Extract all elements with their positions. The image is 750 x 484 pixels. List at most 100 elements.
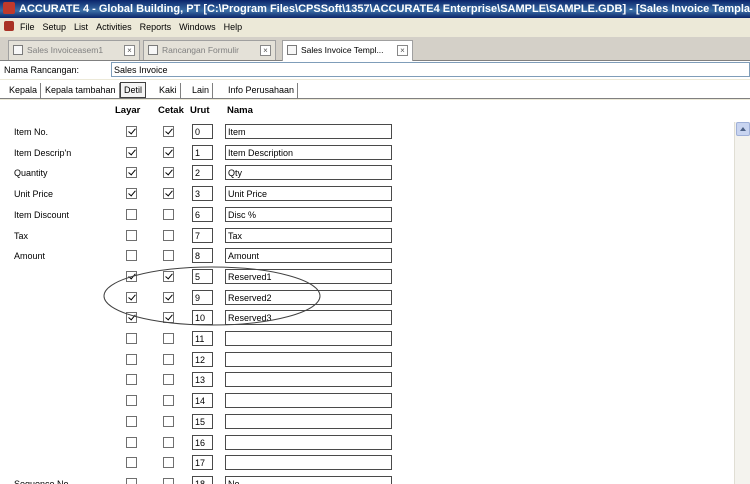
layar-checkbox[interactable] (126, 333, 137, 344)
nama-input[interactable] (225, 145, 392, 160)
layar-checkbox[interactable] (126, 271, 137, 282)
urut-input[interactable] (192, 455, 213, 470)
layar-checkbox[interactable] (126, 250, 137, 261)
layar-checkbox[interactable] (126, 126, 137, 137)
document-menu-icon[interactable] (4, 21, 14, 31)
doc-tab-sales-invoice[interactable]: Sales Invoiceasem1 × (8, 40, 140, 60)
urut-input[interactable] (192, 124, 213, 139)
cetak-checkbox[interactable] (163, 374, 174, 385)
menu-reports[interactable]: Reports (140, 18, 172, 36)
menu-activities[interactable]: Activities (96, 18, 132, 36)
menu-help[interactable]: Help (224, 18, 243, 36)
nama-input[interactable] (225, 186, 392, 201)
template-name-label: Nama Rancangan: (4, 65, 80, 75)
nama-input[interactable] (225, 476, 392, 484)
cetak-checkbox[interactable] (163, 209, 174, 220)
urut-input[interactable] (192, 435, 213, 450)
doc-tab-label: Sales Invoice Templ... (301, 45, 384, 55)
cetak-checkbox[interactable] (163, 395, 174, 406)
nama-input[interactable] (225, 228, 392, 243)
doc-tab-label: Rancangan Formulir (162, 45, 240, 55)
tab-info-perusahaan[interactable]: Info Perusahaan (225, 83, 299, 98)
document-tab-bar: Sales Invoiceasem1 × Rancangan Formulir … (0, 37, 750, 61)
layar-checkbox[interactable] (126, 188, 137, 199)
layar-checkbox[interactable] (126, 395, 137, 406)
layar-checkbox[interactable] (126, 209, 137, 220)
nama-input[interactable] (225, 414, 392, 429)
nama-input[interactable] (225, 352, 392, 367)
cetak-checkbox[interactable] (163, 126, 174, 137)
template-name-input[interactable] (111, 62, 750, 77)
nama-input[interactable] (225, 331, 392, 346)
urut-input[interactable] (192, 393, 213, 408)
urut-input[interactable] (192, 269, 213, 284)
cetak-checkbox[interactable] (163, 230, 174, 241)
cetak-checkbox[interactable] (163, 437, 174, 448)
layar-checkbox[interactable] (126, 292, 137, 303)
urut-input[interactable] (192, 372, 213, 387)
vertical-scrollbar[interactable] (734, 122, 750, 484)
doc-tab-sales-invoice-template[interactable]: Sales Invoice Templ... × (282, 40, 413, 61)
urut-input[interactable] (192, 290, 213, 305)
layar-checkbox[interactable] (126, 167, 137, 178)
urut-input[interactable] (192, 352, 213, 367)
cetak-checkbox[interactable] (163, 271, 174, 282)
doc-tab-rancangan-formulir[interactable]: Rancangan Formulir × (143, 40, 276, 60)
close-icon[interactable]: × (260, 45, 271, 56)
nama-input[interactable] (225, 310, 392, 325)
urut-input[interactable] (192, 248, 213, 263)
urut-input[interactable] (192, 414, 213, 429)
close-icon[interactable]: × (397, 45, 408, 56)
layar-checkbox[interactable] (126, 354, 137, 365)
nama-input[interactable] (225, 290, 392, 305)
cetak-checkbox[interactable] (163, 147, 174, 158)
tab-kaki[interactable]: Kaki (156, 83, 181, 98)
tab-detil[interactable]: Detil (120, 82, 147, 98)
field-label: Sequence No. (14, 479, 72, 484)
menu-setup[interactable]: Setup (43, 18, 67, 36)
scroll-up-arrow-icon[interactable] (736, 122, 750, 136)
urut-input[interactable] (192, 310, 213, 325)
cetak-checkbox[interactable] (163, 292, 174, 303)
nama-input[interactable] (225, 207, 392, 222)
urut-input[interactable] (192, 145, 213, 160)
layar-checkbox[interactable] (126, 478, 137, 484)
tab-kepala[interactable]: Kepala (6, 83, 42, 98)
urut-input[interactable] (192, 186, 213, 201)
layar-checkbox[interactable] (126, 230, 137, 241)
nama-input[interactable] (225, 248, 392, 263)
cetak-checkbox[interactable] (163, 333, 174, 344)
layar-checkbox[interactable] (126, 457, 137, 468)
menu-list[interactable]: List (74, 18, 88, 36)
nama-input[interactable] (225, 393, 392, 408)
urut-input[interactable] (192, 165, 213, 180)
menu-windows[interactable]: Windows (179, 18, 216, 36)
cetak-checkbox[interactable] (163, 478, 174, 484)
close-icon[interactable]: × (124, 45, 135, 56)
nama-input[interactable] (225, 372, 392, 387)
cetak-checkbox[interactable] (163, 312, 174, 323)
cetak-checkbox[interactable] (163, 416, 174, 427)
cetak-checkbox[interactable] (163, 354, 174, 365)
urut-input[interactable] (192, 207, 213, 222)
layar-checkbox[interactable] (126, 416, 137, 427)
urut-input[interactable] (192, 228, 213, 243)
urut-input[interactable] (192, 476, 213, 484)
cetak-checkbox[interactable] (163, 188, 174, 199)
tab-lain[interactable]: Lain (189, 83, 214, 98)
layar-checkbox[interactable] (126, 312, 137, 323)
nama-input[interactable] (225, 435, 392, 450)
nama-input[interactable] (225, 269, 392, 284)
cetak-checkbox[interactable] (163, 167, 174, 178)
nama-input[interactable] (225, 165, 392, 180)
layar-checkbox[interactable] (126, 374, 137, 385)
layar-checkbox[interactable] (126, 437, 137, 448)
cetak-checkbox[interactable] (163, 250, 174, 261)
cetak-checkbox[interactable] (163, 457, 174, 468)
urut-input[interactable] (192, 331, 213, 346)
tab-kepala-tambahan[interactable]: Kepala tambahan (42, 83, 120, 98)
nama-input[interactable] (225, 124, 392, 139)
menu-file[interactable]: File (20, 18, 35, 36)
layar-checkbox[interactable] (126, 147, 137, 158)
nama-input[interactable] (225, 455, 392, 470)
